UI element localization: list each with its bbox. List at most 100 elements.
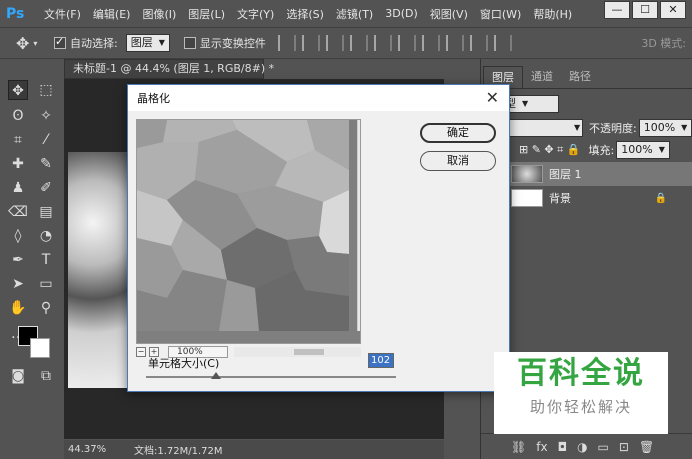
dodge-tool-icon[interactable]: ◔ bbox=[36, 226, 56, 246]
ps-logo-icon: Ps bbox=[6, 5, 25, 22]
background-color-swatch[interactable] bbox=[30, 338, 50, 358]
show-transform-option[interactable]: 显示变换控件 bbox=[183, 35, 266, 51]
gradient-tool-icon[interactable]: ▤ bbox=[36, 202, 56, 222]
move-tool-preset-icon[interactable]: ✥ ▾ bbox=[16, 31, 54, 55]
menu-layer[interactable]: 图层(L) bbox=[188, 6, 225, 22]
menu-file[interactable]: 文件(F) bbox=[44, 6, 81, 22]
lock-row: ⊞ ✎ ✥ ⌗ 🔒 填充: 100% ▼ bbox=[481, 139, 692, 161]
distribute-vcenter-icon[interactable] bbox=[445, 35, 464, 51]
auto-select-label: 自动选择: bbox=[70, 37, 118, 50]
document-tab[interactable]: 未标题-1 @ 44.4% (图层 1, RGB/8#) * bbox=[64, 59, 274, 79]
eraser-tool-icon[interactable]: ⌫ bbox=[8, 202, 28, 222]
lasso-tool-icon[interactable]: ʘ bbox=[8, 106, 28, 126]
quick-mask-icon[interactable]: ◙ bbox=[8, 366, 28, 386]
layer-row[interactable]: 背景 🔒 bbox=[481, 186, 692, 210]
history-brush-icon[interactable]: ✐ bbox=[36, 178, 56, 198]
align-hcenter-icon[interactable] bbox=[373, 35, 392, 51]
filter-preview[interactable] bbox=[136, 119, 361, 344]
tab-paths[interactable]: 路径 bbox=[561, 66, 599, 88]
auto-select-target-select[interactable]: 图层 ▼ bbox=[125, 34, 170, 52]
fill-input[interactable]: 100% ▼ bbox=[616, 141, 670, 159]
new-layer-icon[interactable]: ⊡ bbox=[619, 440, 629, 454]
menu-type[interactable]: 文字(Y) bbox=[237, 6, 274, 22]
dialog-titlebar: 晶格化 ✕ bbox=[128, 85, 509, 111]
link-icon[interactable]: ⛓ bbox=[511, 440, 526, 454]
cell-size-slider-handle[interactable] bbox=[211, 372, 221, 379]
fx-icon[interactable]: fx bbox=[536, 440, 547, 454]
move-tool-icon[interactable]: ✥ bbox=[8, 80, 28, 100]
stamp-tool-icon[interactable]: ♟ bbox=[8, 178, 28, 198]
pen-tool-icon[interactable]: ✒ bbox=[8, 250, 28, 270]
align-left-icon[interactable] bbox=[349, 35, 368, 51]
chevron-down-icon: ▼ bbox=[522, 99, 529, 108]
preview-hscroll-thumb[interactable] bbox=[294, 349, 324, 355]
screen-mode-icon[interactable]: ⧉ bbox=[36, 366, 56, 386]
status-zoom[interactable]: 44.37% bbox=[64, 444, 114, 455]
restore-button[interactable]: ☐ bbox=[632, 1, 658, 19]
options-bar: ✥ ▾ 自动选择: 图层 ▼ 显示变换控件 3D 模式: bbox=[0, 27, 692, 59]
minimize-button[interactable]: — bbox=[604, 1, 630, 19]
marquee-tool-icon[interactable]: ⬚ bbox=[36, 80, 56, 100]
fill-label: 填充: bbox=[588, 144, 615, 157]
watermark-subtitle: 助你轻松解决 bbox=[529, 398, 632, 416]
blur-tool-icon[interactable]: ◊ bbox=[8, 226, 28, 246]
menu-filter[interactable]: 滤镜(T) bbox=[336, 6, 373, 22]
distribute-bottom-icon[interactable] bbox=[469, 35, 488, 51]
close-button[interactable]: ✕ bbox=[660, 1, 686, 19]
type-tool-icon[interactable]: T bbox=[36, 250, 56, 270]
cancel-button[interactable]: 取消 bbox=[420, 151, 496, 171]
rectangle-tool-icon[interactable]: ▭ bbox=[36, 274, 56, 294]
mode-3d-label: 3D 模式: bbox=[641, 37, 686, 50]
menu-view[interactable]: 视图(V) bbox=[430, 6, 468, 22]
align-vcenter-icon[interactable] bbox=[301, 35, 320, 51]
path-select-icon[interactable]: ➤ bbox=[8, 274, 28, 294]
cell-size-slider[interactable] bbox=[146, 376, 396, 378]
brush-tool-icon[interactable]: ✎ bbox=[36, 154, 56, 174]
tab-channels[interactable]: 通道 bbox=[523, 66, 561, 88]
healing-brush-icon[interactable]: ✚ bbox=[8, 154, 28, 174]
ok-button[interactable]: 确定 bbox=[420, 123, 496, 143]
auto-select-target-value: 图层 bbox=[130, 36, 153, 49]
auto-select-checkbox[interactable] bbox=[54, 35, 66, 49]
layer-thumbnail bbox=[511, 189, 543, 207]
menu-3d[interactable]: 3D(D) bbox=[385, 7, 418, 20]
mask-icon[interactable]: ◘ bbox=[558, 440, 568, 454]
menu-help[interactable]: 帮助(H) bbox=[533, 6, 572, 22]
preview-horizontal-scrollbar[interactable] bbox=[234, 347, 361, 357]
tools-panel: ✥ ⬚ ʘ ✧ ⌗ ⁄ ✚ ✎ ♟ ✐ ⌫ ▤ ◊ ◔ ✒ T ➤ ▭ ✋ ⚲ … bbox=[4, 70, 60, 390]
window-controls: — ☐ ✕ bbox=[602, 1, 686, 19]
zoom-tool-icon[interactable]: ⚲ bbox=[36, 298, 56, 318]
eyedropper-icon[interactable]: ⁄ bbox=[36, 130, 56, 150]
crop-tool-icon[interactable]: ⌗ bbox=[8, 130, 28, 150]
magic-wand-icon[interactable]: ✧ bbox=[36, 106, 56, 126]
layers-panel-footer: ⛓ fx ◘ ◑ ▭ ⊡ 🗑 bbox=[481, 433, 692, 459]
menu-image[interactable]: 图像(I) bbox=[142, 6, 176, 22]
trash-icon[interactable]: 🗑 bbox=[639, 440, 654, 454]
auto-select-option[interactable]: 自动选择: bbox=[54, 35, 118, 51]
close-icon[interactable]: ✕ bbox=[486, 88, 499, 107]
layer-row[interactable]: 图层 1 bbox=[481, 162, 692, 186]
distribute-left-icon[interactable] bbox=[493, 35, 512, 51]
opacity-input[interactable]: 100% ▼ bbox=[638, 119, 692, 137]
status-bar: 44.37% 文档:1.72M/1.72M bbox=[64, 440, 444, 459]
lock-options-icon[interactable]: ⊞ ✎ ✥ ⌗ 🔒 bbox=[519, 143, 581, 157]
show-transform-checkbox[interactable] bbox=[183, 37, 196, 49]
preview-vscroll-thumb[interactable] bbox=[360, 184, 361, 270]
align-right-icon[interactable] bbox=[397, 35, 416, 51]
preview-vertical-scrollbar[interactable] bbox=[357, 120, 361, 331]
crystallize-dialog: 晶格化 ✕ − + 100% 确定 取消 单元格大小(C) 102 bbox=[127, 84, 510, 392]
chevron-down-icon: ▼ bbox=[158, 38, 165, 47]
distribute-top-icon[interactable] bbox=[421, 35, 440, 51]
zoom-out-button[interactable]: − bbox=[136, 347, 146, 357]
cell-size-input[interactable]: 102 bbox=[368, 353, 394, 368]
folder-icon[interactable]: ▭ bbox=[598, 440, 609, 454]
align-bottom-icon[interactable] bbox=[325, 35, 344, 51]
menu-window[interactable]: 窗口(W) bbox=[480, 6, 521, 22]
fill-value: 100% bbox=[621, 143, 653, 156]
align-top-icon[interactable] bbox=[277, 35, 296, 51]
adjustment-icon[interactable]: ◑ bbox=[577, 440, 587, 454]
menu-select[interactable]: 选择(S) bbox=[286, 6, 324, 22]
menu-edit[interactable]: 编辑(E) bbox=[93, 6, 131, 22]
dialog-title: 晶格化 bbox=[137, 92, 170, 105]
hand-tool-icon[interactable]: ✋ bbox=[8, 298, 28, 318]
